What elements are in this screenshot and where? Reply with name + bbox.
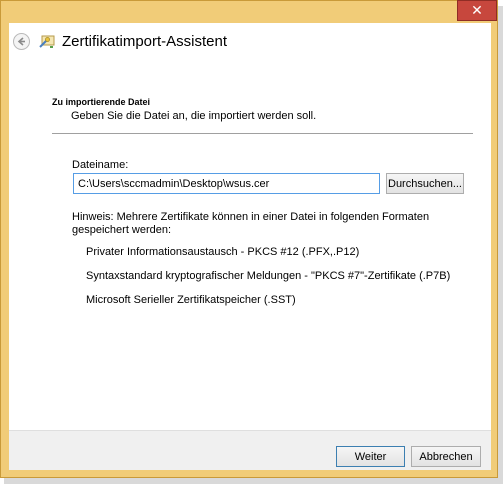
wizard-window: ✕ Zertifikatimport-Assistent Zu importie…	[0, 0, 498, 478]
browse-button[interactable]: Durchsuchen...	[386, 173, 464, 194]
filename-label: Dateiname:	[72, 159, 129, 171]
cancel-button[interactable]: Abbrechen	[411, 446, 481, 467]
back-button[interactable]	[13, 33, 30, 50]
back-arrow-icon	[17, 37, 25, 46]
wizard-title: Zertifikatimport-Assistent	[62, 33, 228, 50]
wizard-footer: Weiter Abbrechen	[9, 430, 491, 470]
format-item-pfx: Privater Informationsaustausch - PKCS #1…	[86, 246, 360, 258]
wizard-header: Zertifikatimport-Assistent	[9, 23, 491, 63]
close-button[interactable]: ✕	[457, 0, 497, 21]
certificate-wizard-icon	[39, 35, 55, 48]
filename-input[interactable]	[73, 173, 380, 194]
format-item-sst: Microsoft Serieller Zertifikatspeicher (…	[86, 294, 296, 306]
section-description: Geben Sie die Datei an, die importiert w…	[71, 110, 317, 122]
next-button[interactable]: Weiter	[336, 446, 405, 467]
header-divider	[52, 133, 473, 134]
wizard-content: Zu importierende Datei Geben Sie die Dat…	[9, 63, 491, 430]
format-item-p7b: Syntaxstandard kryptografischer Meldunge…	[86, 270, 451, 282]
hint-text: Hinweis: Mehrere Zertifikate können in e…	[72, 211, 430, 236]
section-title: Zu importierende Datei	[52, 97, 151, 107]
close-icon: ✕	[471, 2, 483, 18]
